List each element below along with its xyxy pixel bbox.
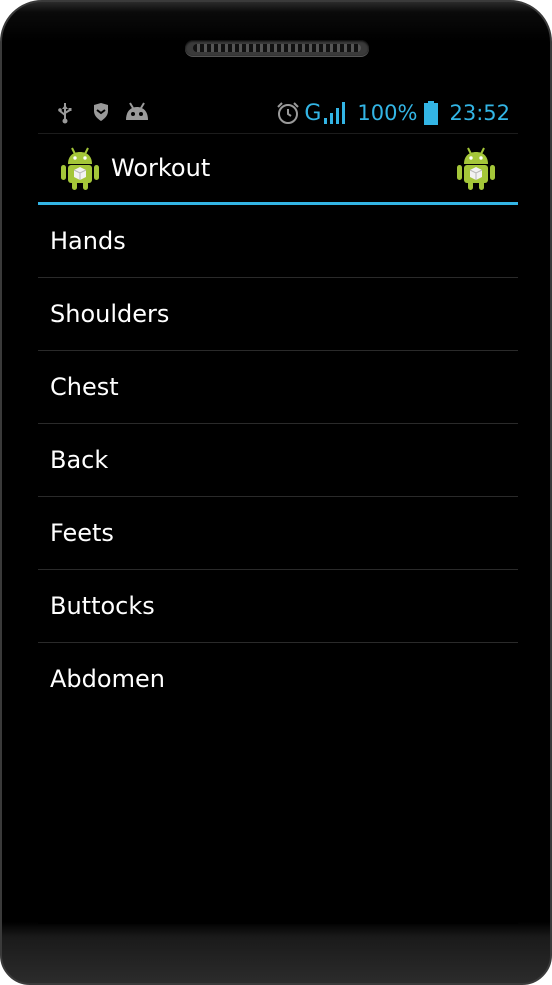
speaker-grille	[185, 40, 369, 56]
battery-percent: 100%	[357, 101, 418, 125]
list-item-chest[interactable]: Chest	[38, 351, 518, 424]
list-item-abdomen[interactable]: Abdomen	[38, 643, 518, 715]
action-android-icon[interactable]	[456, 147, 496, 191]
list-item-feets[interactable]: Feets	[38, 497, 518, 570]
list-item-hands[interactable]: Hands	[38, 205, 518, 278]
shield-icon	[94, 103, 108, 121]
action-bar-title: Workout	[111, 154, 211, 182]
alarm-clock-icon	[277, 102, 300, 124]
signal-strength-icon	[324, 102, 346, 124]
clock-time: 23:52	[449, 101, 510, 125]
screen: G 100% 23:52 Workout Hands Shoulders Che…	[38, 90, 518, 924]
speaker-holes	[193, 44, 361, 52]
workout-list: Hands Shoulders Chest Back Feets Buttock…	[38, 205, 518, 715]
app-android-icon[interactable]	[60, 147, 100, 191]
usb-icon	[58, 103, 72, 124]
phone-frame: G 100% 23:52 Workout Hands Shoulders Che…	[0, 0, 552, 985]
battery-icon	[424, 101, 439, 125]
status-bar: G 100% 23:52	[38, 90, 518, 134]
list-item-buttocks[interactable]: Buttocks	[38, 570, 518, 643]
list-item-back[interactable]: Back	[38, 424, 518, 497]
network-type: G	[304, 100, 322, 126]
status-right: G 100% 23:52	[270, 100, 510, 126]
android-icon	[126, 102, 148, 120]
list-item-shoulders[interactable]: Shoulders	[38, 278, 518, 351]
action-bar: Workout	[38, 134, 518, 205]
